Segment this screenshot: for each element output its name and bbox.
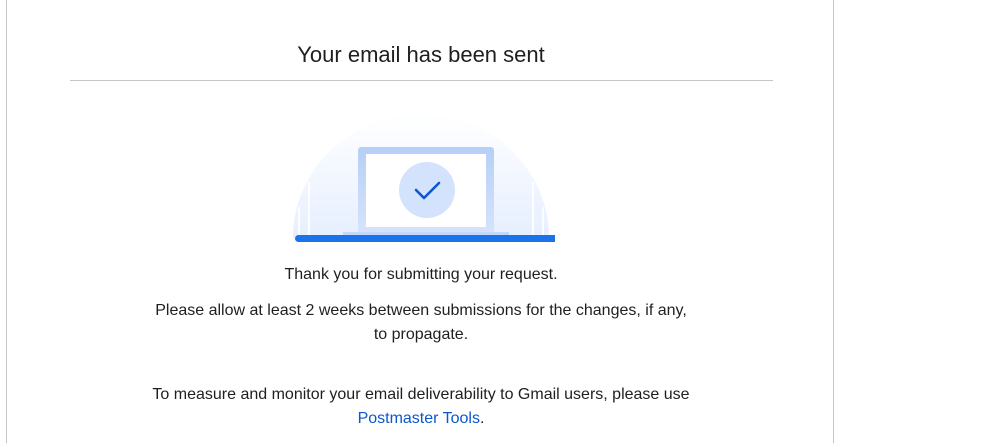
- monitor-message: To measure and monitor your email delive…: [147, 383, 695, 431]
- confirmation-page: Your email has been sent Thank you for s…: [0, 0, 984, 443]
- postmaster-tools-link[interactable]: Postmaster Tools: [358, 410, 480, 427]
- laptop-checkmark-illustration: [293, 114, 555, 242]
- monitor-message-text: To measure and monitor your email delive…: [152, 386, 690, 403]
- allow-message: Please allow at least 2 weeks between su…: [155, 302, 687, 343]
- page-title: Your email has been sent: [297, 42, 545, 67]
- title-divider: [70, 80, 773, 81]
- check-circle: [399, 162, 455, 218]
- monitor-message-suffix: .: [479, 410, 485, 427]
- thank-you-text: Thank you for submitting your request.: [284, 266, 558, 283]
- confirmation-panel: Your email has been sent Thank you for s…: [6, 0, 834, 443]
- laptop-base: [295, 235, 555, 242]
